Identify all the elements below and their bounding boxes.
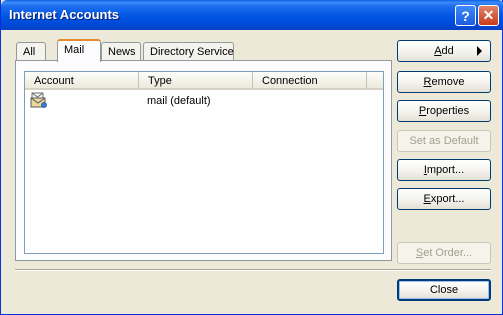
add-button[interactable]: Add <box>397 40 491 62</box>
import-label: mport... <box>426 164 465 176</box>
row-type-cell: mail (default) <box>147 95 211 107</box>
divider <box>15 269 491 271</box>
remove-label: emove <box>431 76 465 88</box>
column-header-type[interactable]: Type <box>139 72 253 90</box>
tab-directory-service[interactable]: Directory Service <box>143 42 234 61</box>
import-button[interactable]: Import... <box>397 159 491 181</box>
tab-mail[interactable]: Mail <box>57 39 101 62</box>
title-bar[interactable]: Internet Accounts ? ✕ <box>1 0 503 30</box>
window-title: Internet Accounts <box>9 7 120 22</box>
list-item[interactable]: mail (default) <box>25 92 383 110</box>
tab-news[interactable]: News <box>101 42 141 61</box>
close-window-icon[interactable]: ✕ <box>478 5 499 26</box>
set-order-label: et Order... <box>423 247 473 259</box>
accounts-list[interactable]: Account Type Connection mail (default) <box>24 71 384 254</box>
export-button[interactable]: Export... <box>397 188 491 210</box>
add-label: dd <box>441 45 454 57</box>
submenu-arrow-icon <box>477 46 482 56</box>
properties-button[interactable]: Properties <box>397 100 491 122</box>
export-accel: E <box>423 193 431 205</box>
set-order-button[interactable]: Set Order... <box>397 242 491 264</box>
set-as-default-button[interactable]: Set as Default <box>397 130 491 152</box>
export-label: xport... <box>430 193 465 205</box>
list-header: Account Type Connection <box>25 72 383 91</box>
tab-all[interactable]: All <box>16 42 46 61</box>
column-header-account[interactable]: Account <box>25 72 139 90</box>
column-header-connection[interactable]: Connection <box>253 72 367 90</box>
column-header-filler <box>367 72 383 90</box>
tab-panel: Account Type Connection mail (default) <box>15 60 392 261</box>
mail-account-icon <box>30 92 48 109</box>
close-button[interactable]: Close <box>397 279 491 301</box>
properties-label: roperties <box>426 105 470 117</box>
help-icon[interactable]: ? <box>455 5 476 26</box>
internet-accounts-dialog: Internet Accounts ? ✕ All Mail News Dire… <box>0 0 503 315</box>
add-accel: A <box>434 45 442 57</box>
remove-button[interactable]: Remove <box>397 71 491 93</box>
